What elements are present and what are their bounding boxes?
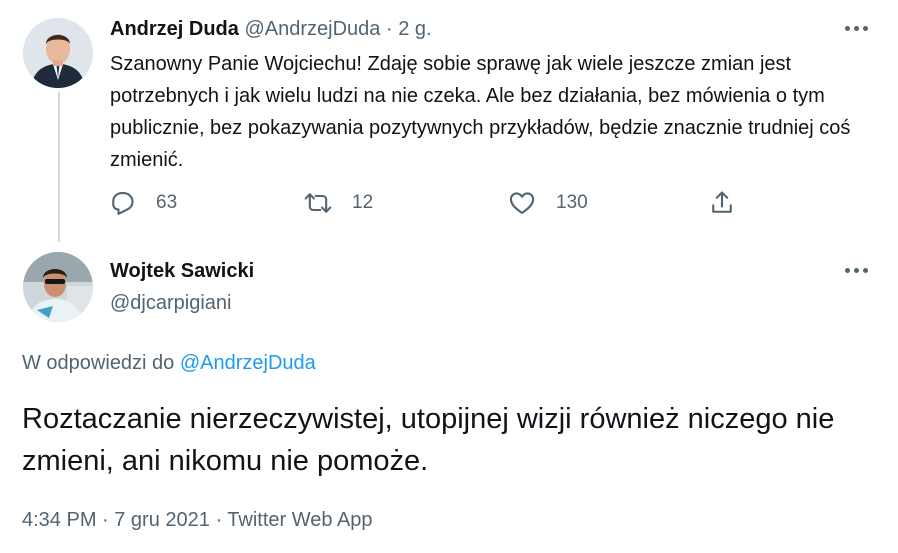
- avatar-photo: [23, 18, 93, 88]
- main-author-name[interactable]: Wojtek Sawicki: [110, 258, 254, 284]
- tweet-actions: 63 12 130: [108, 186, 758, 220]
- timestamp[interactable]: 2 g.: [398, 18, 431, 40]
- parent-tweet-header: Andrzej Duda @AndrzejDuda · 2 g.: [110, 16, 432, 42]
- parent-tweet-text: Szanowny Panie Wojciechu! Zdaję sobie sp…: [110, 53, 851, 171]
- avatar-photo: [23, 252, 93, 322]
- share-button[interactable]: [708, 186, 736, 220]
- main-author-handle[interactable]: @djcarpigiani: [110, 290, 231, 316]
- more-icon[interactable]: [843, 266, 873, 276]
- thread-line: [58, 92, 60, 242]
- author-handle[interactable]: @AndrzejDuda: [244, 18, 380, 40]
- retweet-button[interactable]: 12: [304, 186, 373, 220]
- reply-button[interactable]: 63: [108, 186, 177, 220]
- reply-count: 63: [156, 192, 178, 213]
- retweet-count: 12: [352, 192, 374, 213]
- more-icon[interactable]: [843, 24, 873, 34]
- reply-prefix: W odpowiedzi do: [22, 352, 175, 374]
- like-count: 130: [556, 192, 588, 213]
- like-icon: [509, 192, 535, 214]
- avatar-andrzej-duda[interactable]: [23, 18, 93, 88]
- reply-handle-link[interactable]: @AndrzejDuda: [180, 352, 316, 374]
- reply-icon: [112, 192, 134, 215]
- main-tweet-text: Roztaczanie nierzeczywistej, utopijnej w…: [22, 403, 835, 477]
- author-name[interactable]: Andrzej Duda: [110, 18, 239, 40]
- avatar-wojtek-sawicki[interactable]: [23, 252, 93, 322]
- share-icon: [712, 191, 732, 213]
- like-button[interactable]: 130: [508, 186, 588, 220]
- separator: ·: [385, 18, 393, 40]
- reply-context: W odpowiedzi do @AndrzejDuda: [22, 350, 316, 376]
- retweet-icon: [304, 193, 332, 213]
- tweet-meta[interactable]: 4:34 PM · 7 gru 2021 · Twitter Web App: [22, 506, 373, 534]
